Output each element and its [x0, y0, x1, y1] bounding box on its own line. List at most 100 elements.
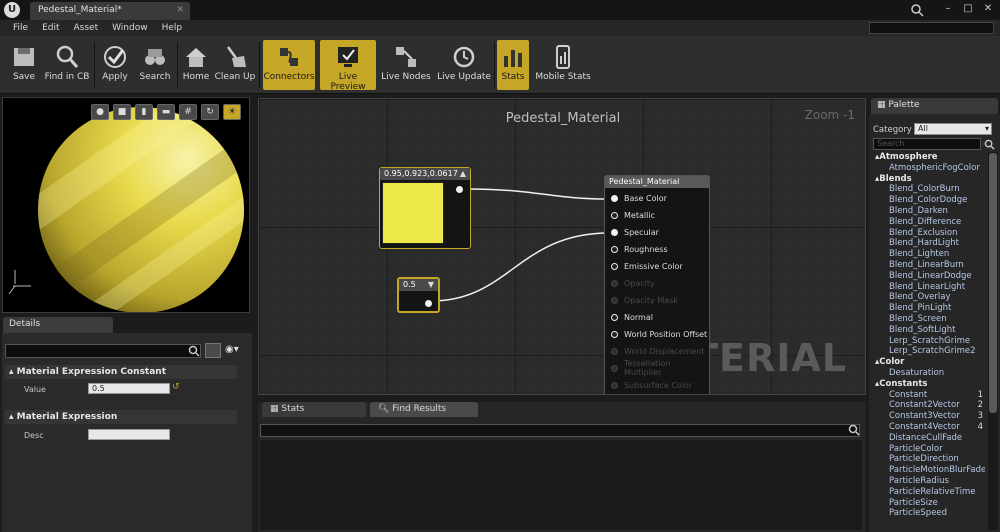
palette-item[interactable]: AtmosphericFogColor: [873, 163, 985, 174]
details-tab[interactable]: Details: [3, 317, 113, 333]
menu-search-input[interactable]: [869, 22, 994, 34]
palette-item[interactable]: Blend_Screen: [873, 314, 985, 325]
palette-category[interactable]: ▴Blends: [873, 174, 985, 185]
palette-item[interactable]: Constant3Vector 3: [873, 411, 985, 422]
unreal-logo-icon[interactable]: U: [4, 2, 20, 18]
constant3vector-node[interactable]: 0.95,0.923,0.0617 ▲: [379, 167, 471, 249]
tab-find-results[interactable]: 🔍︎ Find Results: [370, 402, 478, 417]
mobile-stats-button[interactable]: Mobile Stats: [534, 40, 592, 90]
find-results-search-input[interactable]: [260, 424, 860, 437]
details-search-icon[interactable]: [188, 345, 200, 360]
tab-stats[interactable]: ▦ Stats: [262, 402, 366, 417]
palette-item[interactable]: Blend_HardLight: [873, 238, 985, 249]
palette-item[interactable]: ParticleColor: [873, 444, 985, 455]
input-pin[interactable]: [611, 313, 618, 321]
palette-category[interactable]: ▴Color: [873, 357, 985, 368]
palette-item[interactable]: Blend_Overlay: [873, 292, 985, 303]
palette-item[interactable]: ParticleDirection: [873, 454, 985, 465]
section-material-expression[interactable]: ▴ Material Expression: [5, 410, 237, 424]
document-tab[interactable]: Pedestal_Material* ✕: [30, 2, 190, 20]
reset-to-default-icon[interactable]: ↺: [172, 382, 180, 392]
palette-item[interactable]: ParticleSize: [873, 498, 985, 509]
palette-item[interactable]: Blend_LinearBurn: [873, 260, 985, 271]
preview-viewport[interactable]: ● ■ ▮ ▬ # ↻ ☀: [2, 97, 250, 313]
palette-category[interactable]: ▴Constants: [873, 379, 985, 390]
close-tab-icon[interactable]: ✕: [176, 5, 184, 15]
apply-button[interactable]: Apply: [98, 40, 132, 90]
cylinder-preview-icon[interactable]: ▮: [135, 104, 153, 120]
palette-item[interactable]: Blend_LinearLight: [873, 282, 985, 293]
menu-window[interactable]: Window: [105, 23, 155, 33]
pin-normal[interactable]: Normal: [611, 311, 653, 323]
palette-item[interactable]: ParticleRadius: [873, 476, 985, 487]
palette-tab[interactable]: ▦ Palette: [871, 98, 998, 114]
input-pin[interactable]: [611, 245, 618, 253]
details-search-input[interactable]: [5, 344, 201, 358]
input-pin[interactable]: [611, 262, 618, 270]
palette-item[interactable]: Blend_ColorBurn: [873, 184, 985, 195]
palette-item[interactable]: Blend_Exclusion: [873, 228, 985, 239]
input-pin[interactable]: [611, 211, 618, 219]
live-update-button[interactable]: Live Update: [436, 40, 492, 90]
desc-field[interactable]: [88, 429, 170, 440]
palette-scrollbar-thumb[interactable]: [989, 153, 997, 413]
collapse-arrow-icon[interactable]: ▲: [460, 169, 466, 178]
palette-item[interactable]: ParticleSpeed: [873, 508, 985, 519]
palette-item[interactable]: Lerp_ScratchGrime: [873, 336, 985, 347]
collapse-arrow-icon[interactable]: ▼: [428, 280, 434, 289]
constant-node[interactable]: 0.5 ▼: [397, 277, 440, 313]
palette-item[interactable]: Lerp_ScratchGrime2: [873, 346, 985, 357]
pin-roughness[interactable]: Roughness: [611, 243, 668, 255]
save-button[interactable]: Save: [8, 40, 40, 90]
plane-preview-icon[interactable]: ▬: [157, 104, 175, 120]
value-field[interactable]: 0.5: [88, 383, 170, 394]
palette-category[interactable]: ▴Atmosphere: [873, 152, 985, 163]
palette-item[interactable]: Blend_SoftLight: [873, 325, 985, 336]
pin-metallic[interactable]: Metallic: [611, 209, 655, 221]
search-button[interactable]: Search: [136, 40, 174, 90]
menu-edit[interactable]: Edit: [35, 23, 66, 33]
palette-item[interactable]: Constant 1: [873, 390, 985, 401]
input-pin[interactable]: [611, 228, 618, 236]
pin-specular[interactable]: Specular: [611, 226, 659, 238]
grid-icon[interactable]: #: [179, 104, 197, 120]
category-dropdown[interactable]: All ▾: [914, 123, 992, 135]
input-pin[interactable]: [611, 330, 618, 338]
menu-asset[interactable]: Asset: [67, 23, 106, 33]
palette-item[interactable]: Constant2Vector 2: [873, 400, 985, 411]
live-nodes-button[interactable]: Live Nodes: [380, 40, 432, 90]
material-graph[interactable]: Pedestal_Material Zoom -1 MATERIAL 0.95,…: [258, 98, 866, 395]
stats-button[interactable]: Stats: [497, 40, 529, 90]
lighting-icon[interactable]: ☀: [223, 104, 241, 120]
pin-base-color[interactable]: Base Color: [611, 192, 667, 204]
section-material-expression-constant[interactable]: ▴ Material Expression Constant: [5, 365, 237, 379]
minimize-icon[interactable]: –: [940, 2, 956, 16]
home-button[interactable]: Home: [180, 40, 212, 90]
realtime-icon[interactable]: ↻: [201, 104, 219, 120]
palette-item[interactable]: Blend_LinearDodge: [873, 271, 985, 282]
property-matrix-icon[interactable]: [205, 343, 221, 358]
output-pin[interactable]: [456, 186, 463, 193]
output-pin[interactable]: [425, 300, 432, 307]
palette-item[interactable]: Blend_Difference: [873, 217, 985, 228]
find-search-icon[interactable]: [848, 424, 860, 439]
sphere-preview-icon[interactable]: ●: [91, 104, 109, 120]
palette-item[interactable]: Constant4Vector 4: [873, 422, 985, 433]
palette-search-icon[interactable]: [984, 139, 995, 153]
palette-item[interactable]: Blend_Darken: [873, 206, 985, 217]
close-window-icon[interactable]: ✕: [980, 2, 996, 16]
palette-item[interactable]: ParticleRelativeTime: [873, 487, 985, 498]
help-search-icon[interactable]: [910, 3, 930, 17]
cube-preview-icon[interactable]: ■: [113, 104, 131, 120]
menu-file[interactable]: File: [6, 23, 35, 33]
connectors-button[interactable]: Connectors: [263, 40, 315, 90]
clean-up-button[interactable]: Clean Up: [214, 40, 256, 90]
input-pin[interactable]: [611, 194, 618, 202]
menu-help[interactable]: Help: [155, 23, 190, 33]
palette-search-input[interactable]: Search: [873, 138, 981, 150]
palette-item[interactable]: Blend_Lighten: [873, 249, 985, 260]
palette-item[interactable]: ParticleMotionBlurFade: [873, 465, 985, 476]
palette-item[interactable]: Blend_PinLight: [873, 303, 985, 314]
palette-item[interactable]: DistanceCullFade: [873, 433, 985, 444]
maximize-icon[interactable]: □: [960, 2, 976, 16]
